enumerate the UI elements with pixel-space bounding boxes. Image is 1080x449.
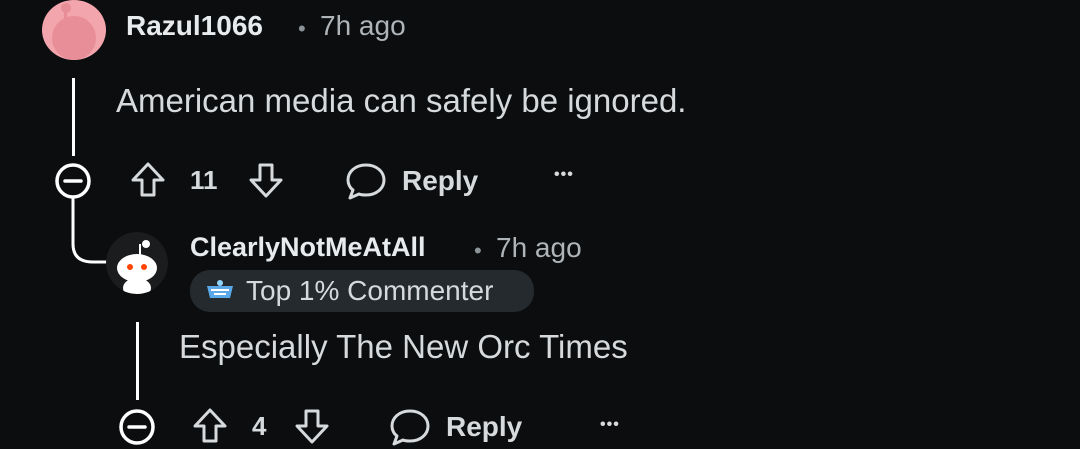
reply-label: Reply [446, 411, 523, 442]
top-commenter-badge[interactable]: Top 1% Commenter [190, 270, 534, 312]
comment-author[interactable]: ClearlyNotMeAtAll [190, 232, 426, 263]
downvote-button[interactable] [246, 160, 286, 200]
collapse-button[interactable] [54, 162, 92, 200]
thread-line[interactable] [136, 322, 139, 400]
comment-bubble-icon [390, 409, 430, 446]
avatar[interactable] [42, 0, 106, 60]
more-options-button[interactable]: ••• [554, 166, 574, 184]
avatar[interactable] [106, 232, 168, 294]
collapse-button[interactable] [118, 408, 156, 446]
vote-count: 11 [190, 165, 218, 195]
reply-button[interactable]: Reply [388, 406, 522, 448]
upvote-button[interactable] [128, 160, 168, 200]
downvote-icon [249, 163, 283, 198]
upvote-icon [131, 162, 165, 197]
thread-line[interactable] [72, 78, 75, 156]
upvote-icon [193, 408, 227, 443]
upvote-button[interactable] [190, 406, 230, 446]
comment-author[interactable]: Razul1066 [126, 10, 263, 42]
comment-bubble-icon [346, 163, 386, 200]
reply-label: Reply [402, 165, 479, 196]
collapse-icon [55, 163, 91, 199]
more-options-button[interactable]: ••• [600, 416, 620, 434]
downvote-button[interactable] [292, 406, 332, 446]
comment-body: American media can safely be ignored. [116, 82, 687, 119]
comment-body: Especially The New Orc Times [179, 328, 628, 365]
vote-count: 4 [252, 411, 267, 441]
top-commenter-badge-icon [207, 280, 233, 298]
downvote-icon [295, 409, 329, 444]
separator-dot: • [474, 238, 482, 263]
collapse-icon [119, 409, 155, 445]
comment-timestamp: 7h ago [496, 232, 582, 263]
comment-timestamp: 7h ago [320, 10, 406, 41]
reply-button[interactable]: Reply [344, 160, 478, 202]
separator-dot: • [298, 16, 306, 41]
badge-label: Top 1% Commenter [246, 275, 494, 306]
